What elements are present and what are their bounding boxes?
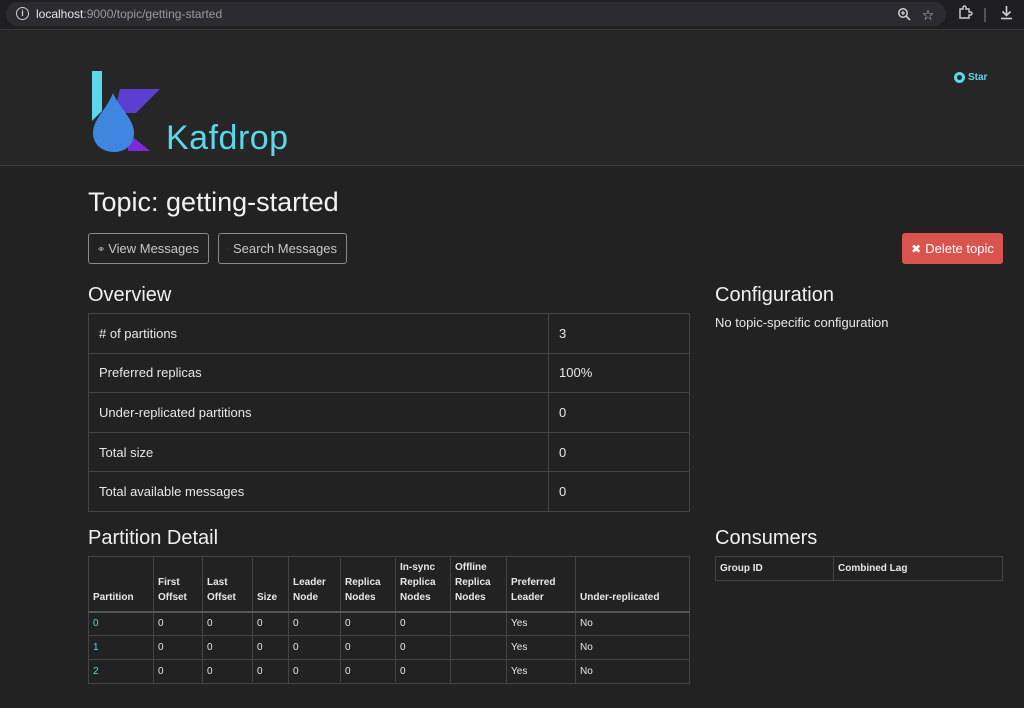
table-cell: 0 <box>252 659 289 684</box>
browser-toolbar: i localhost:9000/topic/getting-started ☆ <box>0 0 1024 30</box>
table-cell: 0 <box>340 635 396 660</box>
overview-heading: Overview <box>88 284 172 306</box>
partition-cell: 1 <box>88 635 154 660</box>
column-header: Group ID <box>715 556 834 581</box>
column-header: Leader Node <box>288 556 341 613</box>
table-cell: 0 <box>395 659 451 684</box>
table-header-row: Group ID Combined Lag <box>715 556 1003 581</box>
column-header: First Offset <box>153 556 203 613</box>
table-cell: 0 <box>202 635 253 660</box>
overview-value: 0 <box>548 392 690 433</box>
kafdrop-logo-icon[interactable] <box>90 71 165 156</box>
delete-topic-label: Delete topic <box>925 241 994 256</box>
table-header-row: Partition First Offset Last Offset Size … <box>88 556 690 613</box>
toolbar-divider <box>984 8 986 22</box>
table-row: Total available messages 0 <box>88 471 690 512</box>
table-cell: 0 <box>202 659 253 684</box>
column-header: Under-replicated <box>575 556 690 613</box>
table-cell: 0 <box>153 635 203 660</box>
table-cell <box>450 635 507 660</box>
table-row: # of partitions 3 <box>88 313 690 354</box>
table-cell <box>450 611 507 636</box>
star-label: Star <box>968 72 988 83</box>
partition-cell: 0 <box>88 611 154 636</box>
table-cell: 0 <box>202 611 253 636</box>
github-icon <box>954 72 965 83</box>
table-cell: 0 <box>340 611 396 636</box>
table-cell: 0 <box>288 635 341 660</box>
brand-name[interactable]: Kafdrop <box>166 119 289 158</box>
column-header: Offline Replica Nodes <box>450 556 507 613</box>
delete-topic-button[interactable]: ✖ Delete topic <box>902 233 1003 264</box>
overview-value: 3 <box>548 313 690 354</box>
table-cell: Yes <box>506 611 576 636</box>
view-messages-button[interactable]: View Messages <box>88 233 209 264</box>
table-row: Under-replicated partitions 0 <box>88 392 690 433</box>
table-cell: 0 <box>153 611 203 636</box>
overview-label: Total available messages <box>88 471 549 512</box>
table-row: 0 0 0 0 0 0 0 Yes No <box>88 611 690 636</box>
partition-link[interactable]: 0 <box>93 618 99 629</box>
table-cell: 0 <box>340 659 396 684</box>
column-header: Combined Lag <box>833 556 1003 581</box>
table-cell: No <box>575 611 690 636</box>
search-icon <box>228 248 229 249</box>
overview-label: Preferred replicas <box>88 352 549 394</box>
partition-link[interactable]: 2 <box>93 666 99 677</box>
partition-cell: 2 <box>88 659 154 684</box>
overview-label: Under-replicated partitions <box>88 392 549 433</box>
table-cell: 0 <box>288 611 341 636</box>
table-cell: 0 <box>395 611 451 636</box>
column-header: Replica Nodes <box>340 556 396 613</box>
app-header: Kafdrop Star <box>0 31 1024 166</box>
column-header: Partition <box>88 556 154 613</box>
overview-value: 0 <box>548 471 690 512</box>
partition-link[interactable]: 1 <box>93 642 99 653</box>
table-row: 2 0 0 0 0 0 0 Yes No <box>88 659 690 684</box>
column-header: Last Offset <box>202 556 253 613</box>
partition-detail-table: Partition First Offset Last Offset Size … <box>88 556 690 684</box>
url-text[interactable]: localhost:9000/topic/getting-started <box>36 7 222 21</box>
table-cell: No <box>575 659 690 684</box>
search-messages-button[interactable]: Search Messages <box>218 233 347 264</box>
eye-icon <box>98 246 105 251</box>
bookmark-star-icon[interactable]: ☆ <box>920 7 936 23</box>
site-info-icon[interactable]: i <box>16 7 29 20</box>
overview-label: Total size <box>88 431 549 473</box>
table-cell: 0 <box>288 659 341 684</box>
overview-label: # of partitions <box>88 313 549 354</box>
table-cell: Yes <box>506 659 576 684</box>
table-cell: 0 <box>395 635 451 660</box>
consumers-heading: Consumers <box>715 527 818 549</box>
overview-table: # of partitions 3 Preferred replicas 100% … <box>88 313 690 512</box>
address-bar[interactable]: i localhost:9000/topic/getting-started ☆ <box>6 2 946 26</box>
table-cell: Yes <box>506 635 576 660</box>
column-header: Preferred Leader <box>506 556 576 613</box>
table-cell: 0 <box>252 635 289 660</box>
github-star-link[interactable]: Star <box>954 72 987 83</box>
table-row: 1 0 0 0 0 0 0 Yes No <box>88 635 690 660</box>
view-messages-label: View Messages <box>108 241 199 256</box>
consumers-table: Group ID Combined Lag <box>715 556 1003 581</box>
partition-detail-heading: Partition Detail <box>88 527 219 549</box>
column-header: In-sync Replica Nodes <box>395 556 451 613</box>
table-cell: No <box>575 635 690 660</box>
overview-value: 100% <box>548 352 690 394</box>
table-cell: 0 <box>153 659 203 684</box>
download-icon[interactable] <box>998 5 1014 21</box>
column-header: Size <box>252 556 289 613</box>
table-cell <box>450 659 507 684</box>
overview-value: 0 <box>548 431 690 473</box>
table-row: Preferred replicas 100% <box>88 352 690 394</box>
configuration-heading: Configuration <box>715 284 834 306</box>
extensions-icon[interactable] <box>957 5 973 21</box>
zoom-icon[interactable] <box>896 7 912 23</box>
close-icon: ✖ <box>911 241 922 256</box>
page-title: Topic: getting-started <box>88 187 339 217</box>
table-row: Total size 0 <box>88 431 690 473</box>
configuration-text: No topic-specific configuration <box>715 315 889 330</box>
table-cell: 0 <box>252 611 289 636</box>
search-messages-label: Search Messages <box>232 241 337 256</box>
